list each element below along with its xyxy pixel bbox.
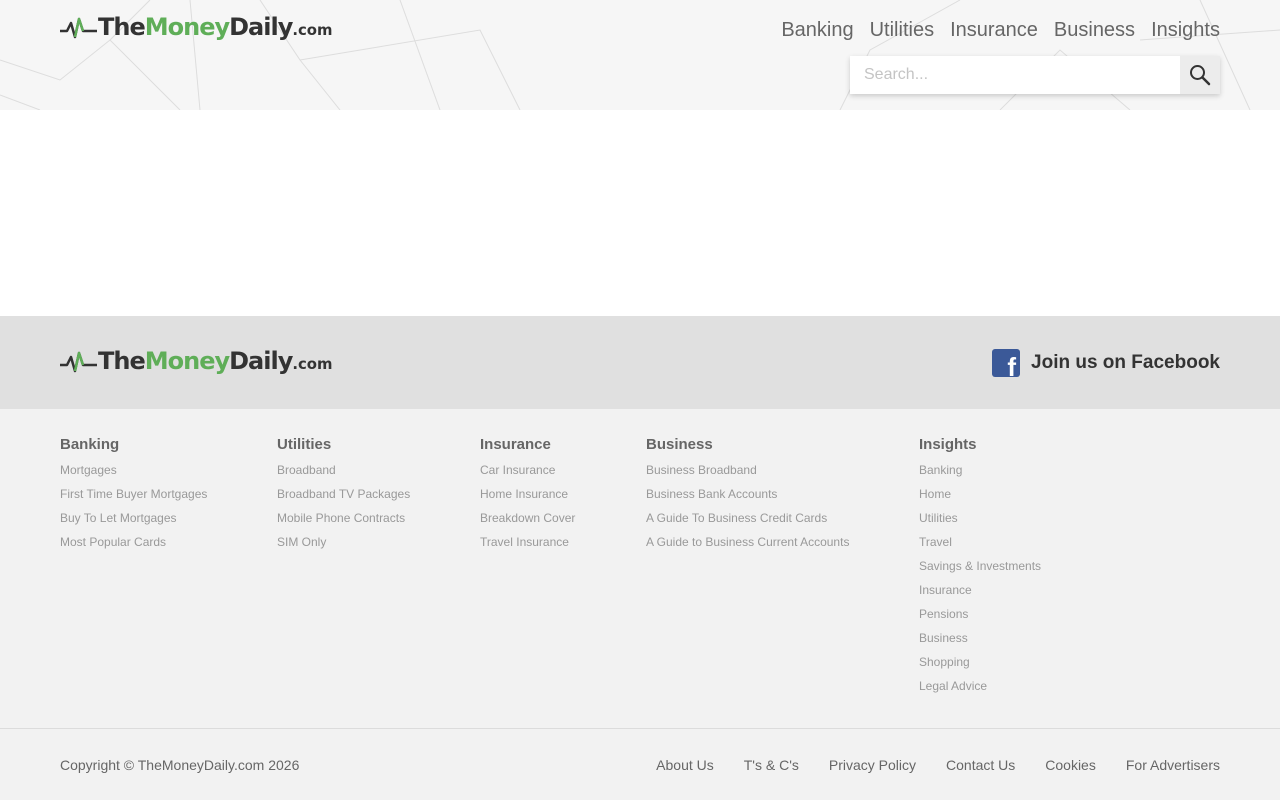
footer-cookies-link[interactable]: Cookies [1045,757,1096,773]
logo-the: The [98,347,146,375]
footer-link[interactable]: A Guide to Business Current Accounts [646,535,849,559]
footer-link[interactable]: Business Broadband [646,463,849,487]
footer-link[interactable]: Home [919,487,1041,511]
site-header: TheMoneyDaily.com Banking Utilities Insu… [0,0,1280,110]
footer-link[interactable]: Business [919,631,1041,655]
facebook-join-link[interactable]: f Join us on Facebook [992,349,1220,377]
logo-money: Money [144,13,230,41]
footer-bottom-nav: About Us T's & C's Privacy Policy Contac… [656,757,1220,773]
footer-link[interactable]: Mortgages [60,463,207,487]
footer-link[interactable]: Broadband [277,463,410,487]
footer-link[interactable]: Travel Insurance [480,535,575,559]
logo-dotcom: .com [292,21,333,39]
footer-link[interactable]: A Guide To Business Credit Cards [646,511,849,535]
footer-column-insurance: Insurance Car Insurance Home Insurance B… [480,436,575,559]
logo-daily: Daily [229,13,293,41]
footer-link[interactable]: Home Insurance [480,487,575,511]
footer-link[interactable]: Travel [919,535,1041,559]
footer-bottom-bar: Copyright © TheMoneyDaily.com 2026 About… [0,728,1280,800]
copyright-text: Copyright © TheMoneyDaily.com 2026 [60,757,300,773]
footer-link[interactable]: Insurance [919,583,1041,607]
footer-terms-link[interactable]: T's & C's [744,757,799,773]
footer-column-insights: Insights Banking Home Utilities Travel S… [919,436,1041,703]
logo-wordmark: TheMoneyDaily.com [98,13,333,41]
footer-column-title: Insurance [480,436,551,453]
footer-link[interactable]: Shopping [919,655,1041,679]
logo-money: Money [144,347,230,375]
footer-contact-link[interactable]: Contact Us [946,757,1015,773]
header-logo[interactable]: TheMoneyDaily.com [60,13,333,41]
search-box [850,56,1220,94]
footer-logo[interactable]: TheMoneyDaily.com [60,347,333,375]
footer-advertisers-link[interactable]: For Advertisers [1126,757,1220,773]
footer-column-title: Insights [919,436,977,453]
footer-link[interactable]: Pensions [919,607,1041,631]
footer-link[interactable]: Banking [919,463,1041,487]
footer-column-title: Utilities [277,436,332,453]
footer-link[interactable]: Business Bank Accounts [646,487,849,511]
footer-privacy-link[interactable]: Privacy Policy [829,757,916,773]
nav-business[interactable]: Business [1054,19,1135,42]
footer-column-title: Banking [60,436,120,453]
footer-column-title: Business [646,436,713,453]
search-icon [1190,65,1211,86]
footer-link[interactable]: Most Popular Cards [60,535,207,559]
footer-link[interactable]: Savings & Investments [919,559,1041,583]
footer-link[interactable]: Buy To Let Mortgages [60,511,207,535]
logo-wordmark: TheMoneyDaily.com [98,347,333,375]
footer-link[interactable]: Broadband TV Packages [277,487,410,511]
main-nav: Banking Utilities Insurance Business Ins… [781,19,1220,42]
footer-column-utilities: Utilities Broadband Broadband TV Package… [277,436,410,559]
search-input[interactable] [850,56,1180,94]
logo-the: The [98,13,146,41]
nav-insights[interactable]: Insights [1151,19,1220,42]
footer-link[interactable]: Breakdown Cover [480,511,575,535]
footer-link[interactable]: Car Insurance [480,463,575,487]
logo-dotcom: .com [292,355,333,373]
nav-banking[interactable]: Banking [781,19,853,42]
footer-column-business: Business Business Broadband Business Ban… [646,436,849,559]
logo-pulse-icon [60,351,97,373]
footer-links: Banking Mortgages First Time Buyer Mortg… [0,409,1280,729]
footer-link[interactable]: Mobile Phone Contracts [277,511,410,535]
nav-utilities[interactable]: Utilities [870,19,934,42]
footer-link[interactable]: SIM Only [277,535,410,559]
footer-column-banking: Banking Mortgages First Time Buyer Mortg… [60,436,207,559]
footer-link[interactable]: First Time Buyer Mortgages [60,487,207,511]
facebook-join-label: Join us on Facebook [1031,352,1220,373]
search-button[interactable] [1180,56,1220,94]
facebook-icon: f [992,349,1021,377]
footer-link[interactable]: Legal Advice [919,679,1041,703]
logo-pulse-icon [60,17,97,39]
footer-about-us-link[interactable]: About Us [656,757,714,773]
logo-daily: Daily [229,347,293,375]
nav-insurance[interactable]: Insurance [950,19,1038,42]
footer-link[interactable]: Utilities [919,511,1041,535]
footer-brand-band: TheMoneyDaily.com f Join us on Facebook [0,316,1280,409]
